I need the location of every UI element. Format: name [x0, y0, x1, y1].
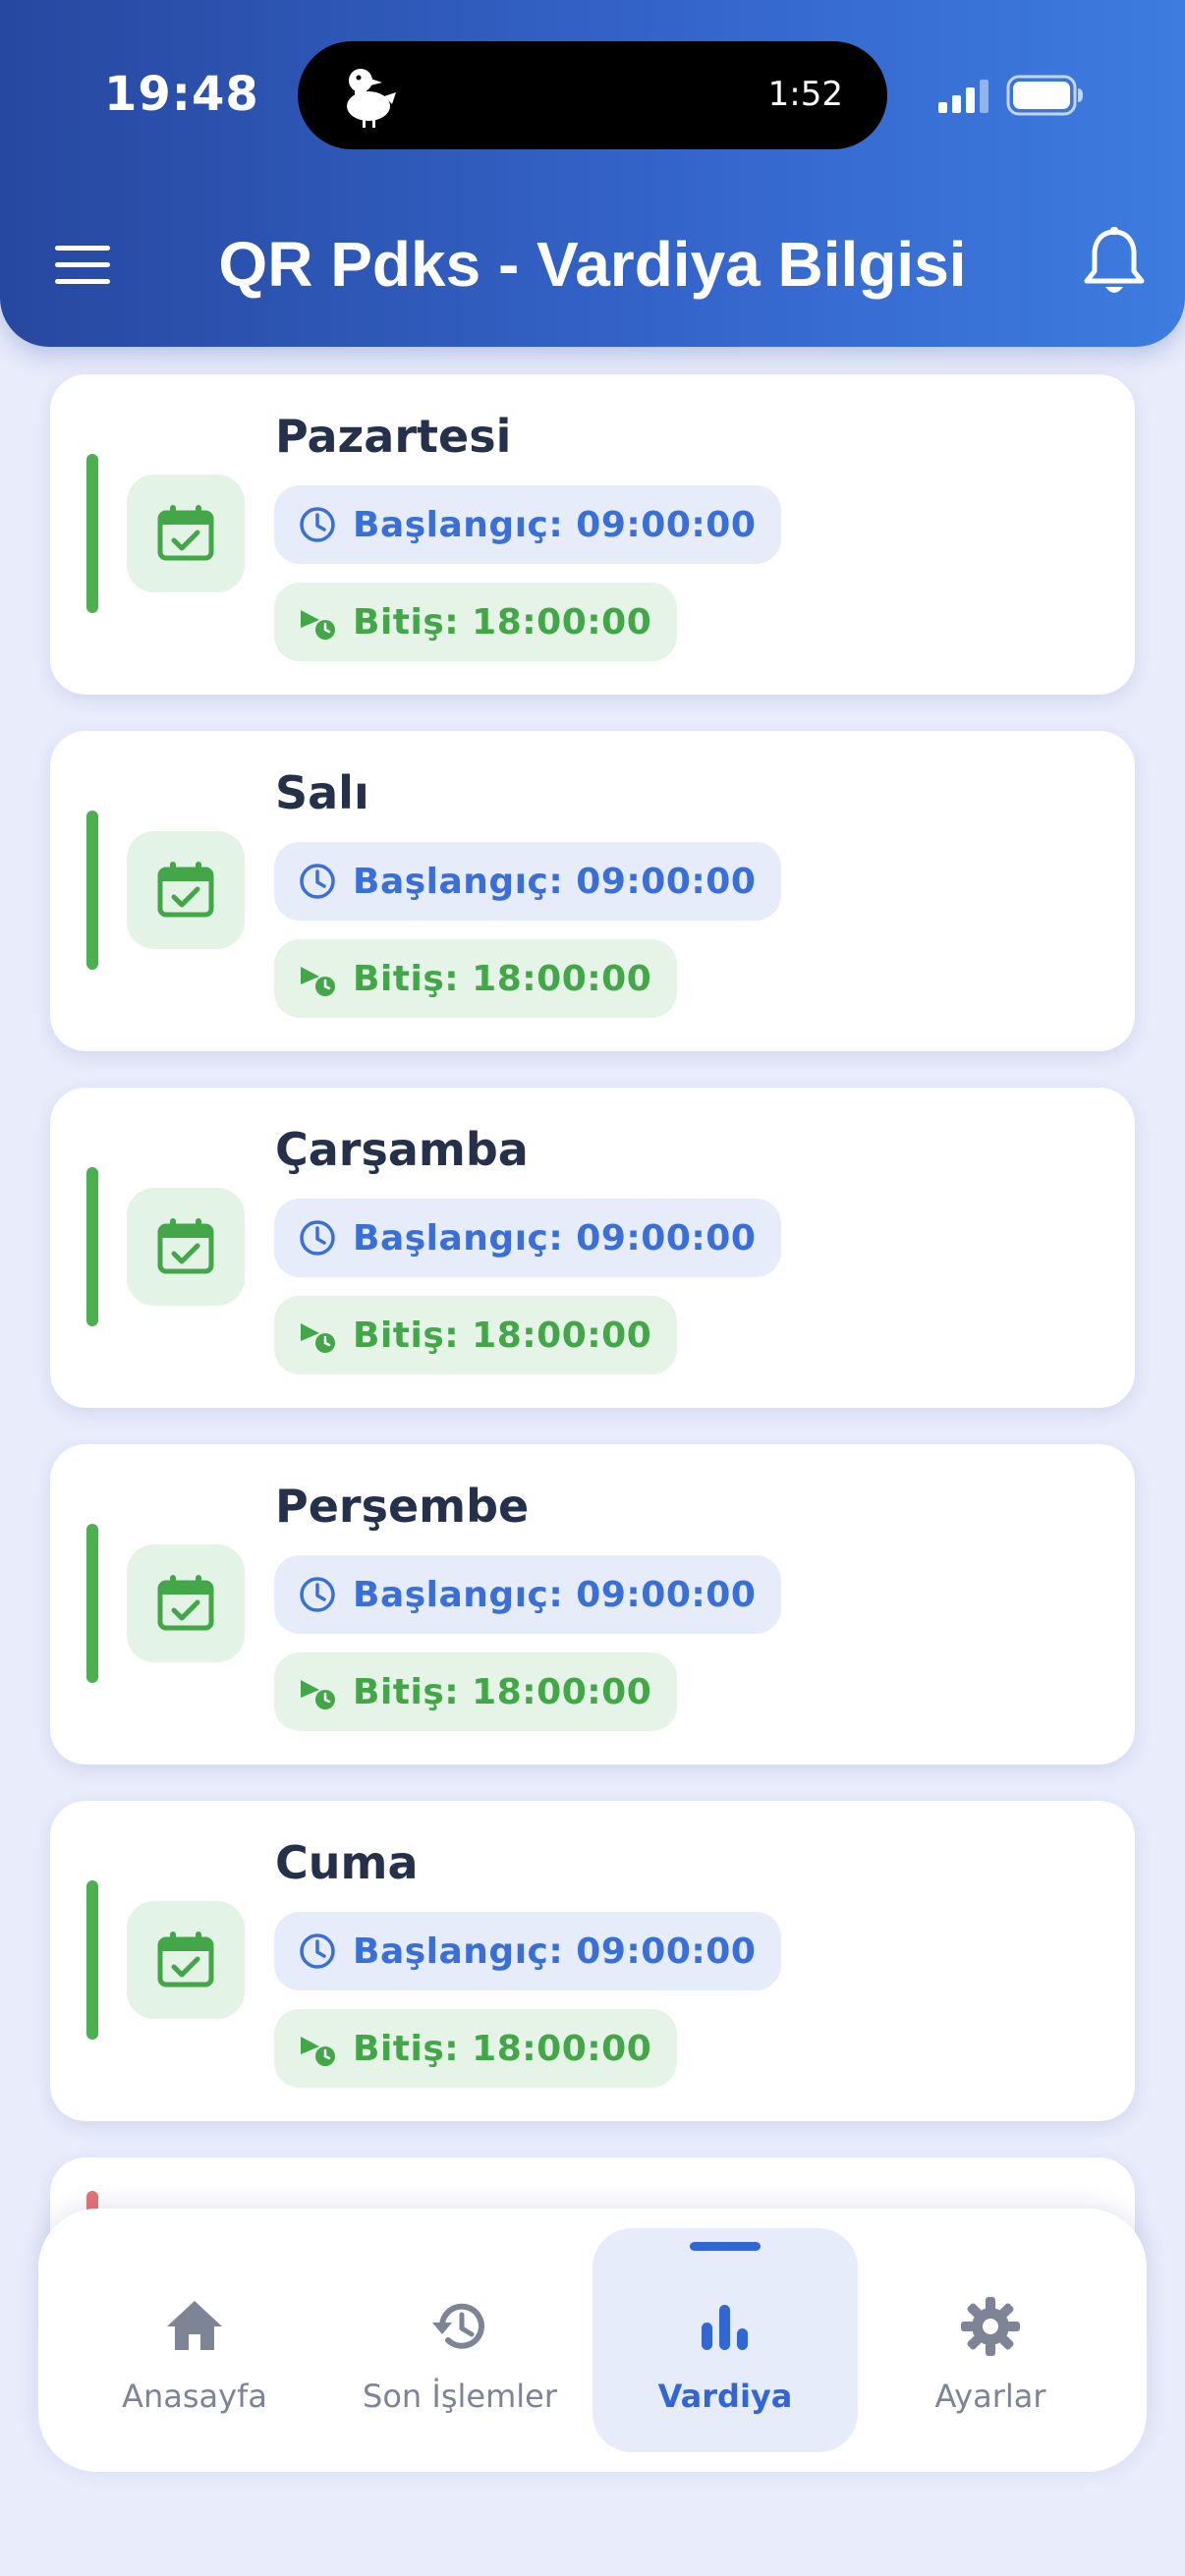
end-time-pill: Bitiş: 18:00:00 [274, 583, 678, 661]
nav-item-anasayfa[interactable]: Anasayfa [62, 2228, 327, 2452]
nav-label: Vardiya [657, 2378, 793, 2415]
island-timer: 1:52 [767, 75, 843, 114]
leave-clock-icon [301, 2037, 335, 2066]
home-icon [167, 2301, 222, 2350]
end-time-text: Bitiş: 18:00:00 [353, 1671, 652, 1712]
end-time-text: Bitiş: 18:00:00 [353, 1315, 652, 1356]
shift-day-label: Pazartesi [275, 410, 512, 463]
end-time-pill: Bitiş: 18:00:00 [274, 1652, 678, 1731]
clock-icon [300, 1577, 335, 1612]
shift-card-persembe: Perşembe Başlangıç: 09:00:00 Bitiş: 18:0… [50, 1444, 1135, 1764]
dynamic-island: 1:52 [298, 41, 887, 149]
end-time-text: Bitiş: 18:00:00 [353, 958, 652, 999]
gear-icon [961, 2297, 1020, 2356]
shift-card-carsamba: Çarşamba Başlangıç: 09:00:00 Bitiş: 18:0… [50, 1088, 1135, 1408]
start-time-pill: Başlangıç: 09:00:00 [274, 485, 782, 564]
app-header: 19:48 1:52 QR Pdks - Vardiya Bilgisi [0, 0, 1185, 347]
start-time-text: Başlangıç: 09:00:00 [353, 861, 757, 902]
status-bar-time: 19:48 [104, 67, 259, 122]
shift-day-label: Çarşamba [275, 1123, 529, 1176]
nav-item-ayarlar[interactable]: Ayarlar [858, 2228, 1123, 2452]
nav-label: Son İşlemler [363, 2378, 557, 2415]
shift-card-pazartesi: Pazartesi Başlangıç: 09:00:00 Bitiş: 18:… [50, 374, 1135, 695]
shift-list: Pazartesi Başlangıç: 09:00:00 Bitiş: 18:… [0, 0, 1185, 2576]
nav-item-vardiya[interactable]: Vardiya [592, 2228, 858, 2452]
calendar-check-icon [157, 1218, 214, 1274]
calendar-check-icon [157, 862, 214, 918]
leave-clock-icon [301, 610, 335, 640]
nav-item-son-islemler[interactable]: Son İşlemler [327, 2228, 592, 2452]
leave-clock-icon [301, 967, 335, 996]
menu-icon[interactable] [51, 236, 114, 295]
history-icon [432, 2303, 484, 2349]
calendar-check-icon [157, 505, 214, 561]
leave-clock-icon [301, 1323, 335, 1353]
end-time-pill: Bitiş: 18:00:00 [274, 1296, 678, 1374]
start-time-text: Başlangıç: 09:00:00 [353, 1217, 757, 1259]
calendar-icon-box [127, 1544, 245, 1662]
battery-icon [1006, 75, 1083, 116]
clock-icon [300, 864, 335, 899]
clock-icon [300, 1220, 335, 1256]
bottom-navigation: Anasayfa Son İşlemler Vardiya Ayarlar [38, 2209, 1147, 2472]
duck-icon [347, 69, 396, 128]
start-time-text: Başlangıç: 09:00:00 [353, 504, 757, 545]
start-time-pill: Başlangıç: 09:00:00 [274, 1912, 782, 1990]
start-time-text: Başlangıç: 09:00:00 [353, 1574, 757, 1615]
shift-day-label: Cuma [275, 1836, 419, 1889]
calendar-check-icon [157, 1932, 214, 1988]
start-time-pill: Başlangıç: 09:00:00 [274, 1555, 782, 1634]
start-time-pill: Başlangıç: 09:00:00 [274, 842, 782, 921]
card-accent-bar [86, 1524, 98, 1683]
start-time-pill: Başlangıç: 09:00:00 [274, 1199, 782, 1277]
nav-label: Anasayfa [122, 2378, 267, 2415]
calendar-icon-box [127, 1901, 245, 2019]
page-title: QR Pdks - Vardiya Bilgisi [218, 229, 967, 300]
shift-card-sali: Salı Başlangıç: 09:00:00 Bitiş: 18:00:00 [50, 731, 1135, 1051]
end-time-pill: Bitiş: 18:00:00 [274, 2009, 678, 2088]
clock-icon [300, 507, 335, 542]
calendar-icon-box [127, 1188, 245, 1306]
card-accent-bar [86, 1880, 98, 2040]
end-time-text: Bitiş: 18:00:00 [353, 2028, 652, 2069]
shift-card-cuma: Cuma Başlangıç: 09:00:00 Bitiş: 18:00:00 [50, 1801, 1135, 2121]
leave-clock-icon [301, 1680, 335, 1709]
end-time-text: Bitiş: 18:00:00 [353, 601, 652, 643]
start-time-text: Başlangıç: 09:00:00 [353, 1931, 757, 1972]
active-tab-indicator [690, 2242, 761, 2251]
calendar-check-icon [157, 1575, 214, 1631]
shift-day-label: Perşembe [275, 1480, 530, 1533]
card-accent-bar [86, 811, 98, 970]
calendar-icon-box [127, 831, 245, 949]
clock-icon [300, 1933, 335, 1969]
calendar-icon-box [127, 475, 245, 592]
bell-icon[interactable] [1081, 226, 1148, 303]
card-accent-bar [86, 454, 98, 613]
end-time-pill: Bitiş: 18:00:00 [274, 939, 678, 1018]
card-accent-bar [86, 1167, 98, 1326]
bar-chart-icon [702, 2305, 748, 2350]
shift-day-label: Salı [275, 766, 369, 819]
signal-icon [938, 80, 988, 113]
nav-label: Ayarlar [934, 2378, 1046, 2415]
